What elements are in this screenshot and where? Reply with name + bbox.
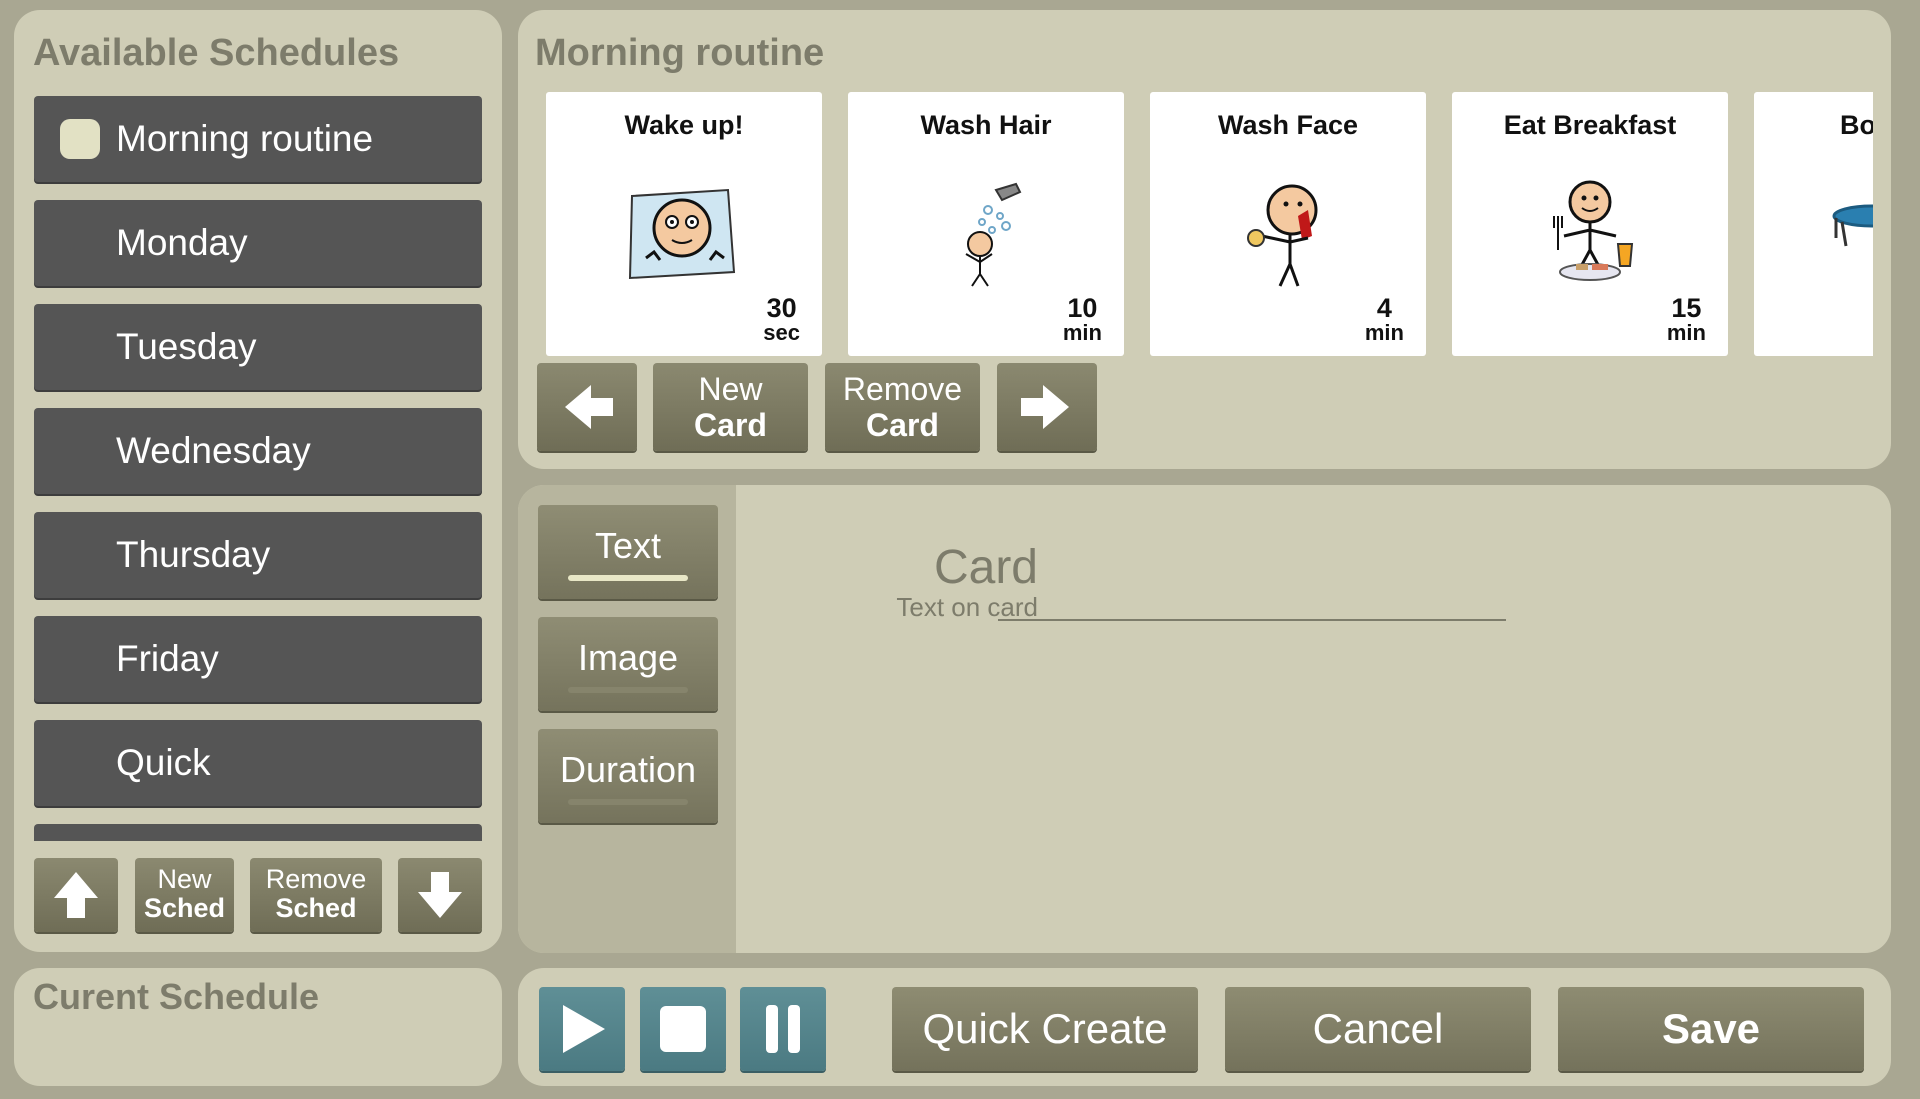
remove-schedule-line2: Sched (275, 893, 357, 923)
available-schedules-panel: Available Schedules Morning routine Mond… (14, 10, 502, 952)
card-duration: 15 min (1667, 294, 1706, 344)
duration-value: 4 (1376, 293, 1392, 323)
schedule-item-label: Morning routine (116, 118, 374, 159)
card-label: Wake up! (624, 110, 744, 140)
card-duration: 10 min (1063, 294, 1102, 344)
card-wake-up[interactable]: Wake up! 30 sec (546, 92, 822, 356)
previous-card-button[interactable] (537, 363, 637, 451)
schedule-item-friday[interactable]: Friday (34, 616, 482, 702)
arrow-up-icon (54, 872, 98, 918)
card-wash-hair[interactable]: Wash Hair 10 min (848, 92, 1124, 356)
wake-up-icon (628, 188, 736, 280)
schedule-item-partial[interactable] (34, 824, 482, 841)
pause-button[interactable] (740, 987, 826, 1071)
card-label: Eat Breakfast (1503, 110, 1677, 140)
card-duration: 4 min (1365, 294, 1404, 344)
tab-duration[interactable]: Duration (538, 729, 718, 823)
remove-schedule-button[interactable]: Remove Sched (250, 858, 382, 932)
card-strip[interactable]: Wake up! 30 sec Wash Hair 10 min Wash Fa… (546, 92, 1873, 357)
schedule-title: Morning routine (535, 32, 825, 74)
available-schedules-title: Available Schedules (33, 32, 400, 74)
duration-unit: min (1364, 320, 1404, 345)
stop-icon (660, 1006, 706, 1052)
duration-unit: min (1062, 320, 1102, 345)
schedule-item-label: Quick (116, 742, 211, 783)
save-button[interactable]: Save (1558, 987, 1864, 1071)
schedule-item-label: Thursday (116, 534, 271, 575)
card-label: Wash Hair (920, 110, 1052, 140)
duration-value: 15 (1671, 293, 1702, 323)
remove-schedule-line1: Remove (265, 864, 367, 894)
stop-button[interactable] (640, 987, 726, 1071)
eat-breakfast-icon (1553, 180, 1634, 281)
tab-label: Duration (559, 749, 697, 790)
move-schedule-up-button[interactable] (34, 858, 118, 932)
schedule-item-label: Tuesday (116, 326, 257, 367)
remove-card-button[interactable]: Remove Card (825, 363, 980, 451)
trampoline-icon (1832, 204, 1873, 247)
selected-indicator (60, 119, 100, 159)
schedule-item-tuesday[interactable]: Tuesday (34, 304, 482, 390)
card-partial[interactable]: Bo (1754, 92, 1873, 356)
arrow-right-icon (1021, 385, 1069, 429)
schedule-list[interactable]: Morning routine Monday Tuesday Wednesday… (34, 96, 482, 841)
wash-hair-icon (965, 182, 1022, 287)
schedule-item-monday[interactable]: Monday (34, 200, 482, 286)
card-wash-face[interactable]: Wash Face 4 min (1150, 92, 1426, 356)
active-tab-indicator (568, 575, 688, 581)
next-card-button[interactable] (997, 363, 1097, 451)
current-schedule-title: Curent Schedule (33, 976, 320, 1017)
play-button[interactable] (539, 987, 625, 1071)
new-card-button[interactable]: New Card (653, 363, 808, 451)
new-card-line1: New (698, 371, 763, 407)
tab-label: Text (594, 525, 662, 566)
tab-indicator (568, 687, 688, 693)
schedule-item-thursday[interactable]: Thursday (34, 512, 482, 598)
schedule-cards-panel: Morning routine Wake up! 30 sec Wash Hai… (518, 10, 1891, 469)
wash-face-icon (1247, 184, 1318, 287)
tab-label: Image (577, 637, 679, 678)
duration-unit: sec (763, 320, 800, 345)
duration-value: 10 (1067, 293, 1098, 323)
card-eat-breakfast[interactable]: Eat Breakfast 15 min (1452, 92, 1728, 356)
pause-icon (766, 1005, 800, 1053)
tab-indicator (568, 799, 688, 805)
card-text-input[interactable] (998, 577, 1506, 621)
editor-tab-column: Text Image Duration (518, 485, 736, 953)
cancel-button[interactable]: Cancel (1225, 987, 1531, 1071)
tab-image[interactable]: Image (538, 617, 718, 711)
quick-create-button[interactable]: Quick Create (892, 987, 1198, 1071)
schedule-item-wednesday[interactable]: Wednesday (34, 408, 482, 494)
play-icon (563, 1005, 605, 1053)
new-schedule-line2: Sched (143, 893, 226, 923)
new-schedule-button[interactable]: New Sched (135, 858, 234, 932)
move-schedule-down-button[interactable] (398, 858, 482, 932)
card-duration: 30 sec (763, 294, 800, 344)
remove-card-line1: Remove (842, 371, 963, 407)
remove-card-line2: Card (866, 407, 939, 443)
arrow-left-icon (565, 385, 613, 429)
duration-unit: min (1666, 320, 1706, 345)
current-schedule-panel: Curent Schedule (14, 968, 502, 1086)
schedule-item-label: Wednesday (116, 430, 311, 471)
new-card-line2: Card (694, 407, 767, 443)
duration-value: 30 (766, 293, 797, 323)
card-label: Bo (1840, 110, 1873, 140)
new-schedule-line1: New (157, 864, 212, 894)
card-editor-panel: Text Image Duration Card Text on card (518, 485, 1891, 953)
tab-text[interactable]: Text (538, 505, 718, 599)
controls-panel: Quick Create Cancel Save (518, 968, 1891, 1086)
schedule-item-morning-routine[interactable]: Morning routine (34, 96, 482, 182)
arrow-down-icon (418, 872, 462, 918)
schedule-item-quick[interactable]: Quick (34, 720, 482, 806)
schedule-item-label: Monday (116, 222, 248, 263)
card-label: Wash Face (1217, 110, 1359, 140)
schedule-item-label: Friday (116, 638, 219, 679)
